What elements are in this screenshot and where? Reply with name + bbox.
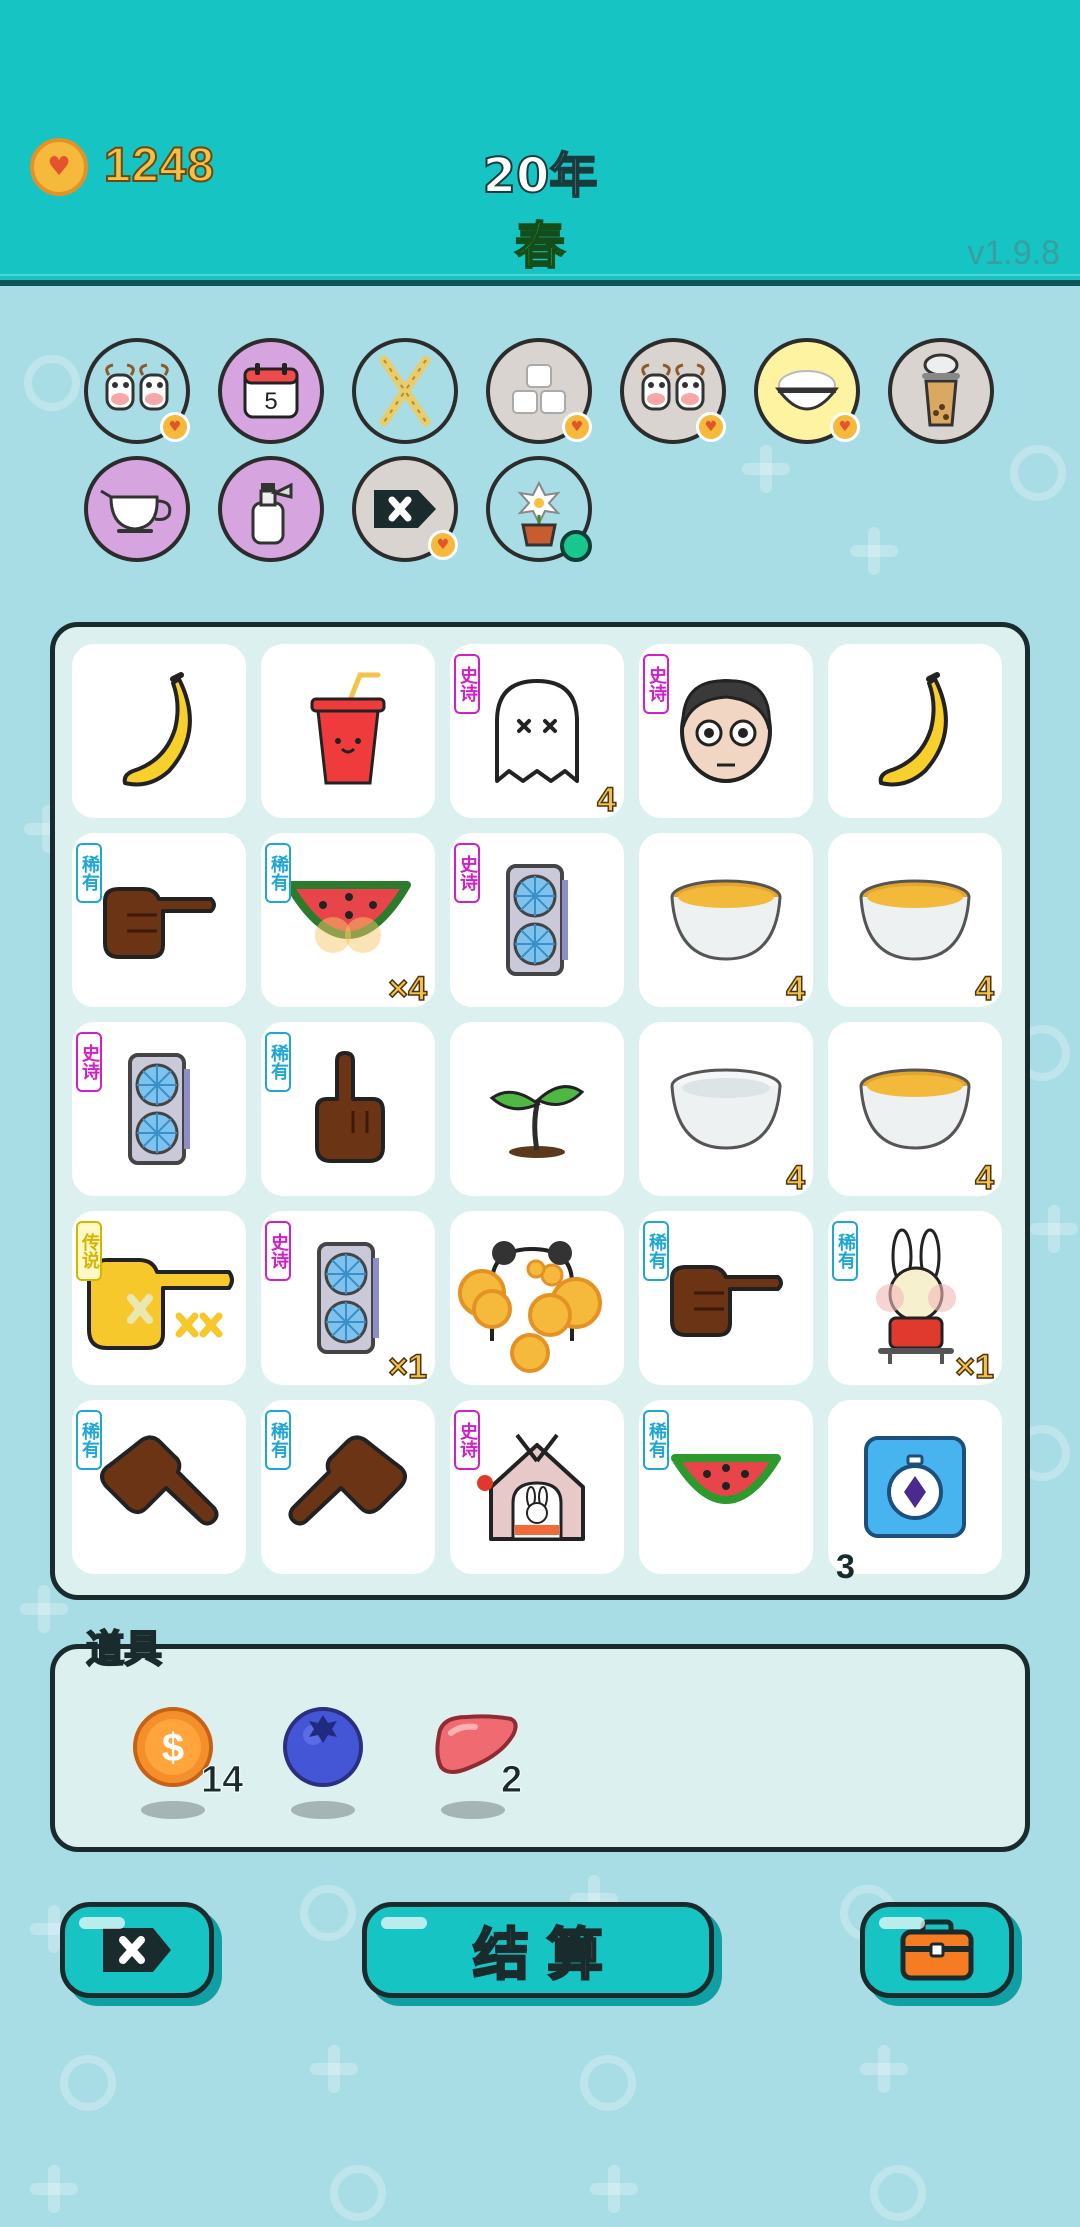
board-cell-bunny-house[interactable]: 史诗 xyxy=(450,1400,624,1574)
settle-label: 结算 xyxy=(472,1921,621,1989)
rarity-badge: 稀有 xyxy=(643,1221,669,1281)
sugar-cubes-icon[interactable]: ♥ xyxy=(486,338,592,444)
heart-badge-icon: ♥ xyxy=(160,412,190,442)
version-label: v1.9.8 xyxy=(967,234,1060,272)
rarity-badge: 史诗 xyxy=(265,1221,291,1281)
heart-badge-icon: ♥ xyxy=(830,412,860,442)
board-cell-drink-cup[interactable] xyxy=(261,644,435,818)
rarity-badge: 稀有 xyxy=(265,1032,291,1092)
board-cell-panda-coins[interactable] xyxy=(450,1211,624,1385)
rarity-badge: 稀有 xyxy=(265,1410,291,1470)
remove-tag-icon[interactable]: ♥ xyxy=(352,456,458,562)
blueberry-item[interactable] xyxy=(281,1705,365,1819)
dollar-coin-item[interactable]: $ 14 xyxy=(131,1705,244,1819)
board-cell-point-down-left-hand[interactable]: 稀有 xyxy=(261,1400,435,1574)
rarity-badge: 稀有 xyxy=(76,843,102,903)
remove-button[interactable] xyxy=(60,1902,214,1998)
cell-count: 4 xyxy=(974,1158,994,1198)
rarity-badge: 史诗 xyxy=(454,1410,480,1470)
board-cell-watermelon-slice[interactable]: 稀有 xyxy=(639,1400,813,1574)
rarity-badge: 稀有 xyxy=(643,1410,669,1470)
board-cell-tea-bowl[interactable]: 4 xyxy=(828,1022,1002,1198)
heart-badge-icon: ♥ xyxy=(428,530,458,560)
cows-icon-2[interactable]: ♥ xyxy=(620,338,726,444)
rarity-badge: 稀有 xyxy=(832,1221,858,1281)
rarity-badge: 史诗 xyxy=(454,843,480,903)
rarity-badge: 史诗 xyxy=(454,654,480,714)
stopwatch-count: 3 xyxy=(836,1548,855,1586)
heart-badge-icon: ♥ xyxy=(562,412,592,442)
board-cell-watermelon[interactable]: 稀有 ×4 xyxy=(261,833,435,1009)
season-label: 春 xyxy=(514,216,566,276)
board-cell-bunny[interactable]: 稀有 ×1 xyxy=(828,1211,1002,1387)
cell-count: ×1 xyxy=(954,1347,994,1387)
top-bar: ♥ 1248 20年 春 v1.9.8 xyxy=(0,0,1080,286)
board-cell-empty-bowl[interactable]: 4 xyxy=(639,1022,813,1198)
year-label: 20年 xyxy=(482,147,599,205)
board-cell-ghost[interactable]: 史诗 4 xyxy=(450,644,624,820)
board-cell-point-right-hand[interactable]: 稀有 xyxy=(639,1211,813,1385)
rarity-badge: 传说 xyxy=(76,1221,102,1281)
svg-text:$: $ xyxy=(162,1726,184,1770)
board-cell-sprout[interactable] xyxy=(450,1022,624,1196)
drink-cup-icon xyxy=(261,644,435,818)
heart-badge-icon: ♥ xyxy=(696,412,726,442)
cell-count: 4 xyxy=(785,969,805,1009)
spray-bottle-icon[interactable] xyxy=(218,456,324,562)
board-cell-point-right-hand[interactable]: 稀有 xyxy=(72,833,246,1007)
cell-count: ×1 xyxy=(387,1347,427,1387)
banana-icon xyxy=(72,644,246,818)
bubble-tea-icon[interactable] xyxy=(888,338,994,444)
board-cell-graphics-card[interactable]: 史诗 xyxy=(450,833,624,1007)
board-cell-graphics-card[interactable]: 史诗 xyxy=(72,1022,246,1196)
liver-count: 2 xyxy=(500,1759,523,1802)
rarity-badge: 史诗 xyxy=(643,654,669,714)
crossed-sticks-icon[interactable] xyxy=(352,338,458,444)
blueberry-icon xyxy=(283,1707,363,1787)
remove-tag-icon xyxy=(103,1928,171,1972)
items-title: 道具 xyxy=(85,1626,163,1672)
board-cell-tea-bowl[interactable]: 4 xyxy=(828,833,1002,1009)
briefcase-icon xyxy=(900,1919,974,1981)
board-cell-point-down-right-hand[interactable]: 稀有 xyxy=(72,1400,246,1574)
board-cell-tea-bowl[interactable]: 4 xyxy=(639,833,813,1009)
milk-jug-icon[interactable] xyxy=(84,456,190,562)
rice-bowl-icon[interactable]: ♥ xyxy=(754,338,860,444)
board-cell-point-up-hand[interactable]: 稀有 xyxy=(261,1022,435,1196)
cell-count: 4 xyxy=(596,780,616,820)
rarity-badge: 史诗 xyxy=(76,1032,102,1092)
board-cell-man-face[interactable]: 史诗 xyxy=(639,644,813,818)
board-cell-golden-hand[interactable]: 传说 xyxy=(72,1211,246,1385)
banana-icon xyxy=(828,644,1002,818)
cell-count: 4 xyxy=(785,1158,805,1198)
dollar-coin-count: 14 xyxy=(200,1759,244,1802)
panda-coins-icon xyxy=(450,1211,624,1385)
green-dot-icon xyxy=(560,530,592,562)
potted-flower-icon[interactable] xyxy=(486,456,592,562)
cows-icon[interactable]: ♥ xyxy=(84,338,190,444)
calendar-icon[interactable]: 5 xyxy=(218,338,324,444)
items-panel: $ 14 2 xyxy=(50,1644,1030,1852)
liver-item[interactable]: 2 xyxy=(431,1705,523,1819)
cell-count: 4 xyxy=(974,969,994,1009)
item-board: 史诗 4 史诗 稀有 稀有 ×4 史诗 4 4 史诗 稀有 4 4 传说 史诗 ×1 稀有 稀有 ×1 稀有 稀有 史诗稀… xyxy=(50,622,1030,1600)
board-cell-graphics-card[interactable]: 史诗 ×1 xyxy=(261,1211,435,1387)
settle-button[interactable]: 结算 xyxy=(362,1902,714,1998)
sprout-icon xyxy=(450,1022,624,1196)
calendar-day: 5 xyxy=(264,388,277,415)
cell-count: ×4 xyxy=(387,969,427,1009)
board-cell-banana[interactable] xyxy=(72,644,246,818)
bag-button[interactable] xyxy=(860,1902,1014,1998)
board-cell-banana[interactable] xyxy=(828,644,1002,818)
rarity-badge: 稀有 xyxy=(265,843,291,903)
rarity-badge: 稀有 xyxy=(76,1410,102,1470)
